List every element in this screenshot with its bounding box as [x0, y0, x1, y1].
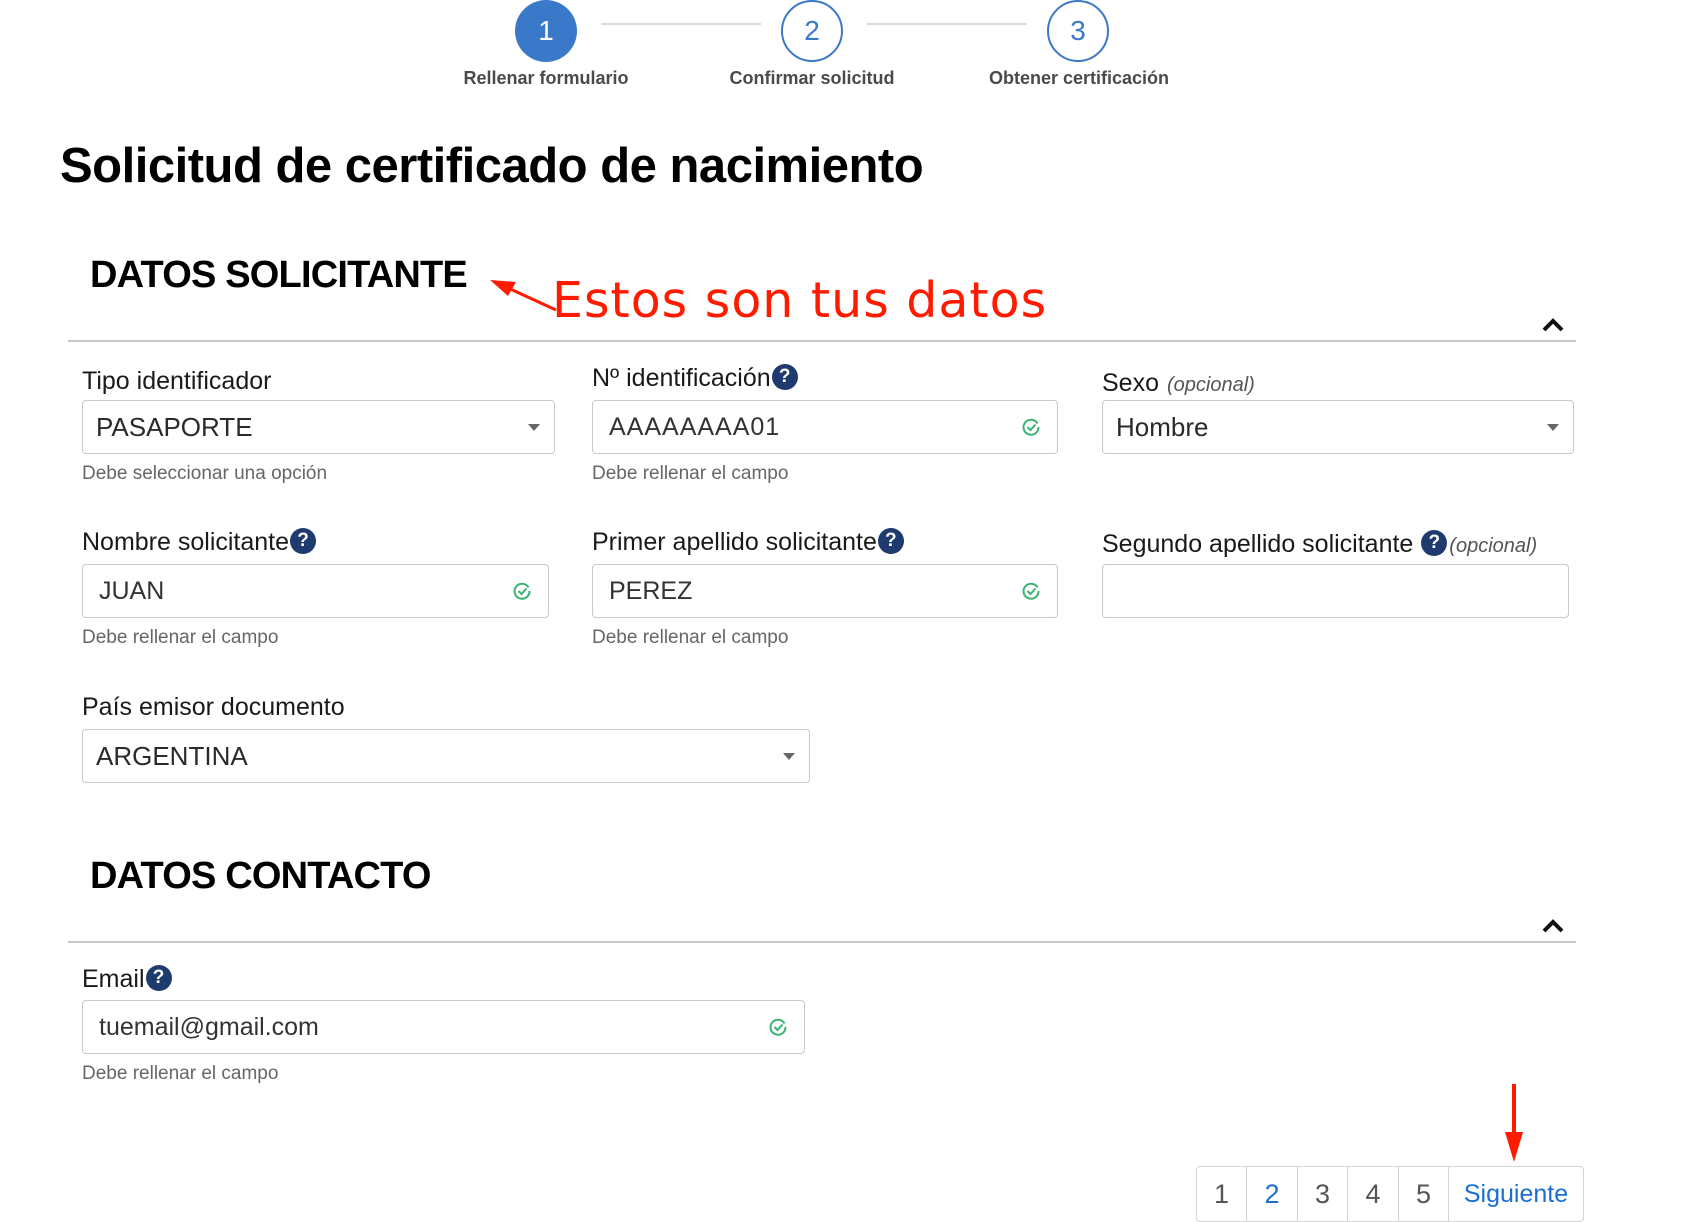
email-value: tuemail@gmail.com — [99, 1012, 319, 1041]
sex-label-text: Sexo — [1102, 369, 1159, 397]
issuing-country-label: País emisor documento — [82, 693, 345, 722]
section-title-contact: DATOS CONTACTO — [90, 855, 431, 897]
chevron-down-icon — [1547, 423, 1559, 431]
page-5-button[interactable]: 5 — [1397, 1166, 1450, 1222]
id-number-input[interactable]: AAAAAAAA01 — [592, 400, 1058, 454]
issuing-country-value: ARGENTINA — [96, 740, 248, 771]
collapse-applicant-chevron-up-icon[interactable] — [1538, 312, 1568, 336]
email-label: Email? — [82, 965, 172, 994]
id-number-helper: Debe rellenar el campo — [592, 463, 789, 484]
step-3-number: 3 — [1070, 15, 1086, 46]
last-name-2-label: Segundo apellido solicitante ? (opcional) — [1102, 530, 1537, 559]
last-name-1-input[interactable]: PEREZ — [592, 564, 1058, 618]
last-name-1-label: Primer apellido solicitante? — [592, 528, 904, 557]
last-name-1-label-text: Primer apellido solicitante — [592, 528, 877, 556]
issuing-country-label-text: País emisor documento — [82, 693, 345, 721]
step-2-number: 2 — [804, 15, 820, 46]
valid-check-icon — [769, 1018, 787, 1036]
annotation-arrow-down — [1505, 1084, 1523, 1162]
valid-check-icon — [513, 582, 531, 600]
section-divider — [68, 340, 1576, 342]
id-number-value: AAAAAAAA01 — [609, 412, 781, 441]
id-type-label: Tipo identificador — [82, 367, 271, 396]
id-type-select[interactable]: PASAPORTE — [82, 400, 555, 454]
last-name-1-helper: Debe rellenar el campo — [592, 627, 789, 648]
collapse-contact-chevron-up-icon[interactable] — [1538, 913, 1568, 937]
chevron-down-icon — [783, 752, 795, 760]
page-4-button[interactable]: 4 — [1347, 1166, 1399, 1222]
step-connector — [867, 23, 1027, 25]
id-number-label-text: Nº identificación — [592, 364, 771, 392]
step-1-label: Rellenar formulario — [463, 68, 629, 88]
valid-check-icon — [1022, 582, 1040, 600]
annotation-arrow-left — [490, 280, 557, 312]
last-name-1-value: PEREZ — [609, 576, 693, 605]
help-icon[interactable]: ? — [877, 528, 904, 554]
first-name-label: Nombre solicitante? — [82, 528, 317, 557]
help-icon[interactable]: ? — [145, 965, 172, 991]
optional-tag: (opcional) — [1449, 535, 1538, 557]
help-icon[interactable]: ? — [290, 528, 317, 554]
step-2-indicator: 2 — [781, 0, 843, 62]
annotation-note: Estos son tus datos — [552, 272, 1048, 329]
email-input[interactable]: tuemail@gmail.com — [82, 1000, 805, 1054]
step-connector — [601, 23, 761, 25]
optional-tag: (opcional) — [1166, 374, 1255, 396]
page-3-button[interactable]: 3 — [1296, 1166, 1349, 1222]
pagination: 1 2 3 4 5 Siguiente — [1195, 1166, 1584, 1222]
section-title-applicant: DATOS SOLICITANTE — [90, 254, 468, 296]
help-icon[interactable]: ? — [1421, 530, 1448, 556]
valid-check-icon — [1022, 418, 1040, 436]
email-helper: Debe rellenar el campo — [82, 1063, 279, 1084]
id-type-label-text: Tipo identificador — [82, 367, 272, 395]
first-name-input[interactable]: JUAN — [82, 564, 549, 618]
step-2-label: Confirmar solicitud — [729, 68, 895, 88]
sex-select[interactable]: Hombre — [1102, 400, 1574, 454]
issuing-country-select[interactable]: ARGENTINA — [82, 729, 810, 783]
id-type-value: PASAPORTE — [96, 411, 253, 442]
last-name-2-label-text: Segundo apellido solicitante — [1102, 530, 1414, 558]
page-1-button[interactable]: 1 — [1195, 1166, 1248, 1222]
chevron-down-icon — [528, 423, 540, 431]
first-name-helper: Debe rellenar el campo — [82, 627, 279, 648]
id-number-label: Nº identificación? — [592, 364, 798, 393]
first-name-label-text: Nombre solicitante — [82, 528, 290, 556]
sex-value: Hombre — [1116, 411, 1209, 442]
section-divider — [68, 941, 1576, 943]
sex-label: Sexo (opcional) — [1102, 369, 1255, 398]
step-1-indicator: 1 — [515, 0, 577, 62]
id-type-helper: Debe seleccionar una opción — [82, 463, 328, 484]
page-title: Solicitud de certificado de nacimiento — [60, 139, 924, 193]
help-icon[interactable]: ? — [771, 364, 798, 390]
step-3-label: Obtener certificación — [988, 68, 1170, 88]
page-2-button[interactable]: 2 — [1246, 1166, 1298, 1222]
email-label-text: Email — [82, 965, 145, 993]
step-3-indicator: 3 — [1047, 0, 1109, 62]
next-button[interactable]: Siguiente — [1448, 1166, 1584, 1222]
last-name-2-input[interactable] — [1102, 564, 1569, 618]
first-name-value: JUAN — [99, 576, 165, 605]
step-1-number: 1 — [538, 15, 554, 46]
